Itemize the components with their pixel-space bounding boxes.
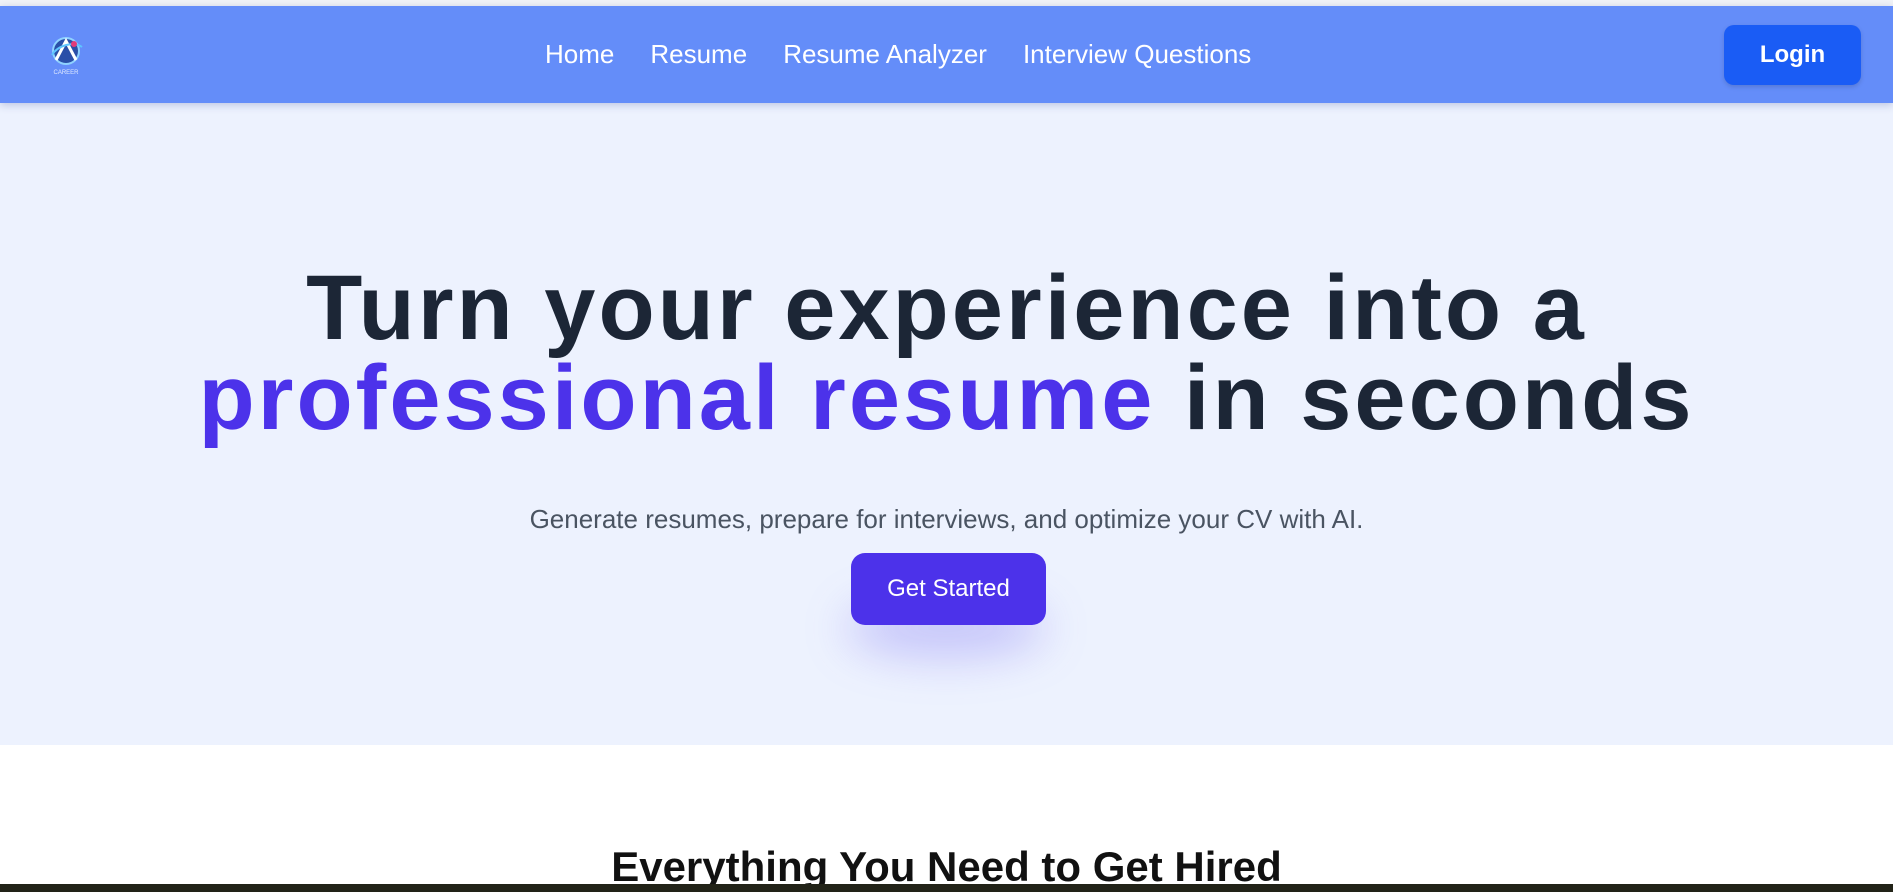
nav-link-resume[interactable]: Resume [650,39,747,70]
login-button[interactable]: Login [1724,25,1861,85]
headline-line-1: Turn your experience into a [306,257,1587,359]
hero-subtitle: Generate resumes, prepare for interviews… [529,504,1364,534]
window-bottom-edge [0,884,1893,892]
career-logo-icon: CAREER [51,37,83,76]
nav-link-interview-questions[interactable]: Interview Questions [1023,39,1251,70]
main-nav: Home Resume Resume Analyzer Interview Qu… [545,39,1287,70]
headline-accent: professional resume [198,347,1156,449]
hero-section: Turn your experience into a professional… [0,103,1893,745]
headline-line-2-rest: in seconds [1155,347,1695,449]
get-started-button[interactable]: Get Started [851,553,1046,625]
nav-link-home[interactable]: Home [545,39,614,70]
hero-headline: Turn your experience into a professional… [0,262,1893,444]
nav-link-resume-analyzer[interactable]: Resume Analyzer [783,39,987,70]
navbar: CAREER Home Resume Resume Analyzer Inter… [0,6,1893,103]
svg-text:CAREER: CAREER [53,70,79,76]
logo[interactable]: CAREER [44,33,88,77]
